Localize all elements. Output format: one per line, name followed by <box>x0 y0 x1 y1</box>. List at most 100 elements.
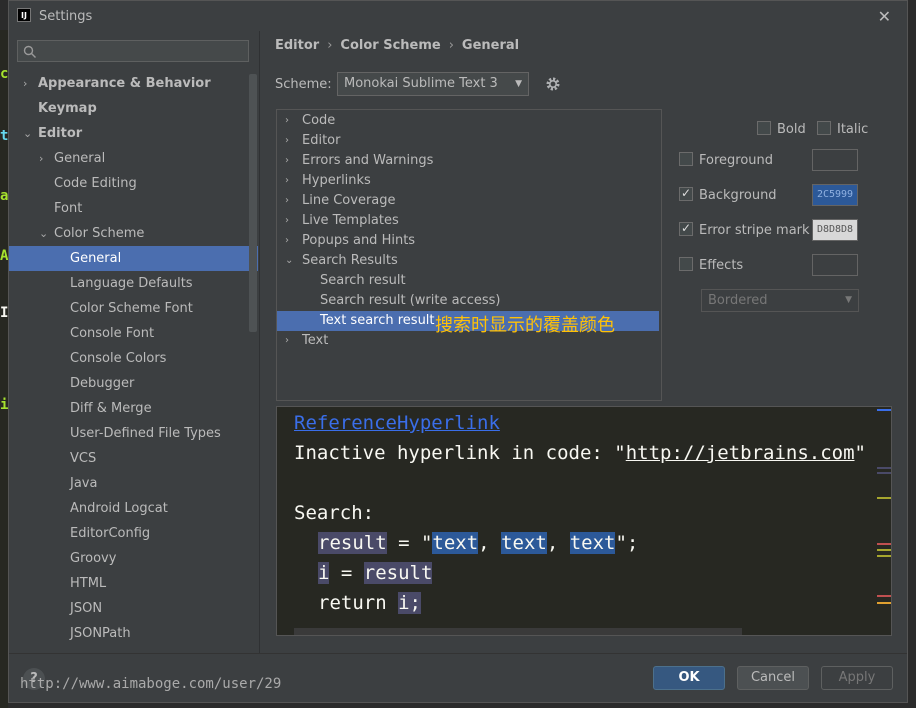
error-stripe-mark <box>877 543 891 545</box>
chevron-down-icon[interactable]: ⌄ <box>39 221 48 246</box>
sidebar-item[interactable]: User-Defined File Types <box>9 421 258 446</box>
sidebar-item-label: JSON <box>70 601 103 616</box>
gear-icon[interactable] <box>545 76 561 92</box>
chevron-down-icon[interactable]: ⌄ <box>285 251 293 271</box>
chevron-right-icon[interactable]: › <box>285 331 289 351</box>
sidebar-item[interactable]: › General <box>9 146 258 171</box>
bold-checkbox[interactable]: Bold <box>757 120 806 140</box>
sidebar-item[interactable]: Code Editing <box>9 171 258 196</box>
checkbox-box <box>757 121 771 135</box>
sidebar-item[interactable]: Language Defaults <box>9 271 258 296</box>
code-text: Search: <box>294 502 375 524</box>
chevron-right-icon[interactable]: › <box>285 111 289 131</box>
preview-line-return: return i; <box>318 590 421 616</box>
background-checkbox[interactable]: Background <box>679 183 777 206</box>
cancel-button[interactable]: Cancel <box>737 666 809 690</box>
sidebar-item[interactable]: ⌄ Editor <box>9 121 258 146</box>
options-tree-item[interactable]: › Errors and Warnings <box>277 151 659 171</box>
sidebar-item-label: Code Editing <box>54 176 137 191</box>
pane-divider[interactable] <box>259 31 260 653</box>
chevron-right-icon[interactable]: › <box>23 71 27 96</box>
sidebar-item[interactable]: Debugger <box>9 371 258 396</box>
error-stripe-mark <box>877 472 891 474</box>
sidebar-item[interactable]: Groovy <box>9 546 258 571</box>
sidebar-item[interactable]: Font <box>9 196 258 221</box>
sidebar-item[interactable]: Color Scheme Font <box>9 296 258 321</box>
inactive-hyperlink[interactable]: http://jetbrains.com <box>626 442 855 464</box>
sidebar-item[interactable]: Android Logcat <box>9 496 258 521</box>
sidebar-item[interactable]: EditorConfig <box>9 521 258 546</box>
effects-label: Effects <box>699 258 744 273</box>
code-text: Inactive hyperlink in code: " <box>294 442 626 464</box>
sidebar-item[interactable]: Console Font <box>9 321 258 346</box>
sidebar-item-label: Console Font <box>70 326 155 341</box>
sidebar-item[interactable]: Console Colors <box>9 346 258 371</box>
chevron-down-icon[interactable]: ⌄ <box>23 121 32 146</box>
options-tree-item[interactable]: › Live Templates <box>277 211 659 231</box>
options-tree-label: Search Results <box>302 253 398 268</box>
foreground-color-swatch[interactable] <box>812 149 858 171</box>
sidebar-item[interactable]: › Appearance & Behavior <box>9 71 258 96</box>
background-label: Background <box>699 188 777 203</box>
sidebar-item[interactable]: VCS <box>9 446 258 471</box>
error-stripe-color-swatch[interactable]: D8D8D8 <box>812 219 858 241</box>
effects-type-dropdown[interactable]: Bordered ▼ <box>701 289 859 312</box>
chevron-right-icon[interactable]: › <box>39 146 43 171</box>
sidebar-item-label: Android Logcat <box>70 501 168 516</box>
preview-line-search: Search: <box>294 500 374 526</box>
chevron-right-icon[interactable]: › <box>285 171 289 191</box>
foreground-checkbox[interactable]: Foreground <box>679 151 773 171</box>
sidebar-item[interactable]: Java <box>9 471 258 496</box>
sidebar-scrollbar[interactable] <box>249 74 257 332</box>
sidebar-item[interactable]: Keymap <box>9 96 258 121</box>
preview-scrollbar[interactable] <box>294 628 742 635</box>
code-preview[interactable]: ReferenceHyperlink Inactive hyperlink in… <box>276 406 892 636</box>
chevron-right-icon[interactable]: › <box>285 211 289 231</box>
background-color-swatch[interactable]: 2C5999 <box>812 184 858 206</box>
effects-checkbox[interactable]: Effects <box>679 256 743 276</box>
options-tree-item[interactable]: › Popups and Hints <box>277 231 659 251</box>
sidebar-item-label: JSONPath <box>70 626 131 641</box>
sidebar-item[interactable]: ⌄ Color Scheme <box>9 221 258 246</box>
sidebar-item[interactable]: Diff & Merge <box>9 396 258 421</box>
write-access-highlight: i <box>318 562 330 584</box>
settings-dialog: IJ Settings ✕ › Appearance & Behavior Keym… <box>8 0 908 703</box>
apply-button[interactable]: Apply <box>821 666 893 690</box>
sidebar-item[interactable]: JSONPath <box>9 621 258 646</box>
error-stripe-checkbox[interactable]: Error stripe mark <box>679 218 810 241</box>
options-tree-item[interactable]: Search result <box>277 271 659 291</box>
close-icon[interactable]: ✕ <box>878 7 891 26</box>
options-tree-item[interactable]: › Line Coverage <box>277 191 659 211</box>
write-access-highlight: result <box>318 532 387 554</box>
options-tree-item[interactable]: ⌄ Search Results <box>277 251 659 271</box>
effects-color-swatch[interactable] <box>812 254 858 276</box>
chevron-right-icon[interactable]: › <box>285 131 289 151</box>
text-search-highlight: text <box>569 532 616 554</box>
sidebar-item[interactable]: JSON <box>9 596 258 621</box>
options-tree-label: Search result <box>320 273 406 288</box>
preview-line-ref: ReferenceHyperlink <box>294 410 500 436</box>
search-result-highlight: result <box>363 562 433 584</box>
chevron-right-icon[interactable]: › <box>285 231 289 251</box>
options-tree-item[interactable]: › Hyperlinks <box>277 171 659 191</box>
search-input[interactable] <box>17 40 249 62</box>
chevron-down-icon: ▼ <box>515 79 522 89</box>
ok-button[interactable]: OK <box>653 666 725 690</box>
chevron-right-icon[interactable]: › <box>285 191 289 211</box>
sidebar-item[interactable]: HTML <box>9 571 258 596</box>
reference-hyperlink[interactable]: ReferenceHyperlink <box>294 412 500 434</box>
error-stripe-mark <box>877 467 891 469</box>
sidebar-item-label: Diff & Merge <box>70 401 152 416</box>
options-tree-item[interactable]: › Editor <box>277 131 659 151</box>
chevron-right-icon[interactable]: › <box>285 151 289 171</box>
options-tree-item[interactable]: Search result (write access) <box>277 291 659 311</box>
sidebar-item-label: Language Defaults <box>70 276 193 291</box>
error-stripe-mark <box>877 549 891 551</box>
bold-label: Bold <box>777 122 806 137</box>
scheme-dropdown[interactable]: Monokai Sublime Text 3 ▼ <box>337 72 529 96</box>
options-tree-label: Popups and Hints <box>302 233 416 248</box>
options-tree-label: Text <box>302 333 329 348</box>
options-tree-item[interactable]: › Code <box>277 111 659 131</box>
sidebar-item[interactable]: General <box>9 246 258 271</box>
italic-checkbox[interactable]: Italic <box>817 120 868 140</box>
